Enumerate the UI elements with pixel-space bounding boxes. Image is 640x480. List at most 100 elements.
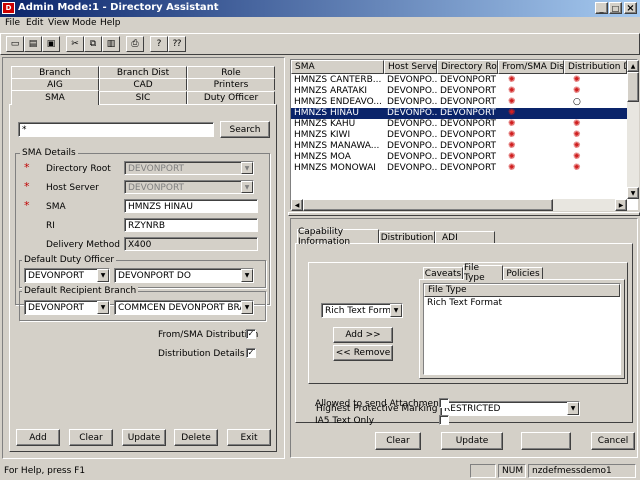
recipient-branch-select[interactable]: COMMCEN DEVONPORT BRAN ▼ — [114, 300, 254, 315]
scroll-thumb[interactable] — [627, 72, 639, 102]
chevron-down-icon: ▼ — [390, 304, 402, 317]
cut-icon[interactable]: ✂ — [66, 36, 84, 52]
h-scroll-thumb[interactable] — [303, 199, 553, 211]
copy-icon[interactable]: ⧉ — [84, 36, 102, 52]
tab-file-type[interactable]: File Type — [463, 263, 503, 283]
capability-tab-body: Caveats File Type Policies Rich Text For… — [295, 243, 633, 423]
ri-field[interactable]: RZYNRB — [124, 218, 258, 232]
duty-officer-branch-select[interactable]: DEVONPORT ▼ — [24, 268, 110, 283]
table-row[interactable]: HMNZS KIWI DEVONPO... DEVONPORT ✺ ✺ — [291, 130, 627, 141]
tab-role[interactable]: Role — [187, 66, 275, 78]
menu-mode[interactable]: Mode — [72, 18, 97, 28]
menu-help[interactable]: Help — [100, 18, 121, 28]
horizontal-scrollbar[interactable]: ◀ ▶ — [291, 199, 627, 211]
scroll-down-icon[interactable]: ▼ — [627, 187, 639, 199]
table-row[interactable]: HMNZS KAHU DEVONPO... DEVONPORT ✺ ✺ — [291, 119, 627, 130]
clear-button[interactable]: Clear — [69, 429, 113, 446]
directory-root-select[interactable]: DEVONPORT ▼ — [124, 161, 254, 175]
host-server-select[interactable]: DEVONPORT ▼ — [124, 180, 254, 194]
maximize-button[interactable]: □ — [609, 2, 622, 14]
chevron-down-icon: ▼ — [241, 269, 253, 282]
open-icon[interactable]: ▤ — [24, 36, 42, 52]
tab-sma[interactable]: SMA — [11, 90, 99, 105]
paste-icon[interactable]: ▥ — [102, 36, 120, 52]
table-row[interactable]: HMNZS ENDEAVO... DEVONPO... DEVONPORT ✺ ○ — [291, 97, 627, 108]
scroll-left-icon[interactable]: ◀ — [291, 199, 303, 211]
right-update-button[interactable]: Update — [441, 432, 503, 450]
tab-branch-dist[interactable]: Branch Dist — [99, 66, 187, 78]
sma-details-legend: SMA Details — [20, 148, 78, 158]
table-row[interactable]: HMNZS ARATAKI DEVONPO... DEVONPORT ✺ ✺ — [291, 86, 627, 97]
delivery-method-label: Delivery Method — [46, 240, 120, 250]
table-cell: DEVONPORT — [440, 108, 497, 118]
file-type-select[interactable]: Rich Text Format ▼ — [321, 303, 403, 318]
recipient-branch-area-select[interactable]: DEVONPORT ▼ — [24, 300, 110, 315]
delete-button[interactable]: Delete — [174, 429, 218, 446]
table-cell: HMNZS ARATAKI — [294, 86, 368, 96]
save-icon[interactable]: ▣ — [42, 36, 60, 52]
list-item[interactable]: Rich Text Format — [424, 297, 620, 309]
from-sma-distribution-checkbox[interactable]: ✓ — [246, 329, 256, 339]
menu-edit[interactable]: Edit — [26, 18, 43, 28]
scroll-up-icon[interactable]: ▲ — [627, 60, 639, 72]
col-header-directory-root[interactable]: Directory Root — [437, 60, 498, 74]
col-header-from-sma-dist[interactable]: From/SMA Dis... — [498, 60, 564, 74]
attachments-checkbox[interactable] — [439, 398, 449, 408]
window-title: Admin Mode:1 - Directory Assistant — [18, 2, 219, 13]
table-cell: HMNZS MOA — [294, 152, 351, 162]
tab-distribution[interactable]: Distribution — [379, 231, 435, 243]
distribution-details-checkbox[interactable]: ✓ — [246, 348, 256, 358]
help-icon[interactable]: ? — [150, 36, 168, 52]
scroll-right-icon[interactable]: ▶ — [615, 199, 627, 211]
tab-aig[interactable]: AIG — [11, 78, 99, 90]
menu-view[interactable]: View — [48, 18, 69, 28]
add-file-type-button[interactable]: Add >> — [333, 327, 393, 343]
distribution-details-icon: ✺ — [573, 152, 581, 162]
print-icon[interactable]: ⎙ — [126, 36, 144, 52]
vertical-scrollbar[interactable]: ▲ ▼ — [627, 60, 639, 199]
table-row[interactable]: HMNZS CANTERB... DEVONPO... DEVONPORT ✺ ✺ — [291, 75, 627, 86]
tab-branch[interactable]: Branch — [11, 66, 99, 78]
sma-field[interactable]: HMNZS HINAU — [124, 199, 258, 213]
table-row[interactable]: HMNZS MANAWA... DEVONPO... DEVONPORT ✺ ✺ — [291, 141, 627, 152]
distribution-status-icon: ✺ — [508, 152, 516, 162]
search-button[interactable]: Search — [220, 121, 270, 138]
tab-duty-officer[interactable]: Duty Officer — [187, 91, 275, 104]
new-icon[interactable]: ▭ — [6, 36, 24, 52]
chevron-down-icon: ▼ — [97, 301, 109, 314]
context-help-icon[interactable]: ⁇ — [168, 36, 186, 52]
col-header-sma[interactable]: SMA — [291, 60, 384, 74]
host-server-label: Host Server — [46, 183, 99, 193]
table-cell: DEVONPO... — [387, 75, 437, 85]
distribution-details-icon: ✺ — [573, 75, 581, 85]
table-row[interactable]: HMNZS HINAU DEVONPO... DEVONPORT ✺ — [291, 108, 627, 119]
col-header-host-server[interactable]: Host Server — [384, 60, 437, 74]
tab-cad[interactable]: CAD — [99, 78, 187, 90]
tab-adi[interactable]: ADI — [435, 231, 495, 243]
table-cell: DEVONPORT — [440, 119, 497, 129]
tab-printers[interactable]: Printers — [187, 78, 275, 90]
search-input[interactable]: * — [18, 122, 214, 137]
tab-sic[interactable]: SIC — [99, 91, 187, 104]
table-cell: DEVONPO... — [387, 86, 437, 96]
marking-select[interactable]: RESTRICTED ▼ — [440, 401, 580, 416]
splitter[interactable] — [288, 212, 640, 216]
add-button[interactable]: Add — [16, 429, 60, 446]
remove-file-type-button[interactable]: << Remove — [333, 345, 393, 361]
ia5-checkbox[interactable] — [439, 415, 449, 425]
duty-officer-select[interactable]: DEVONPORT DO ▼ — [114, 268, 254, 283]
distribution-status-icon: ✺ — [508, 141, 516, 151]
table-row[interactable]: HMNZS MONOWAI DEVONPO... DEVONPORT ✺ ✺ — [291, 163, 627, 174]
col-header-distribution-details[interactable]: Distribution Deta — [564, 60, 627, 74]
right-clear-button[interactable]: Clear — [375, 432, 421, 450]
update-button[interactable]: Update — [122, 429, 166, 446]
close-button[interactable]: × — [624, 2, 637, 14]
table-row[interactable]: HMNZS MOA DEVONPO... DEVONPORT ✺ ✺ — [291, 152, 627, 163]
minimize-button[interactable]: _ — [595, 2, 608, 14]
cancel-button[interactable]: Cancel — [591, 432, 635, 450]
blank-button[interactable] — [521, 432, 571, 450]
exit-button[interactable]: Exit — [227, 429, 271, 446]
menu-file[interactable]: File — [5, 18, 20, 28]
distribution-status-icon: ✺ — [508, 108, 516, 118]
tab-capability-information[interactable]: Capability Information — [297, 227, 379, 247]
